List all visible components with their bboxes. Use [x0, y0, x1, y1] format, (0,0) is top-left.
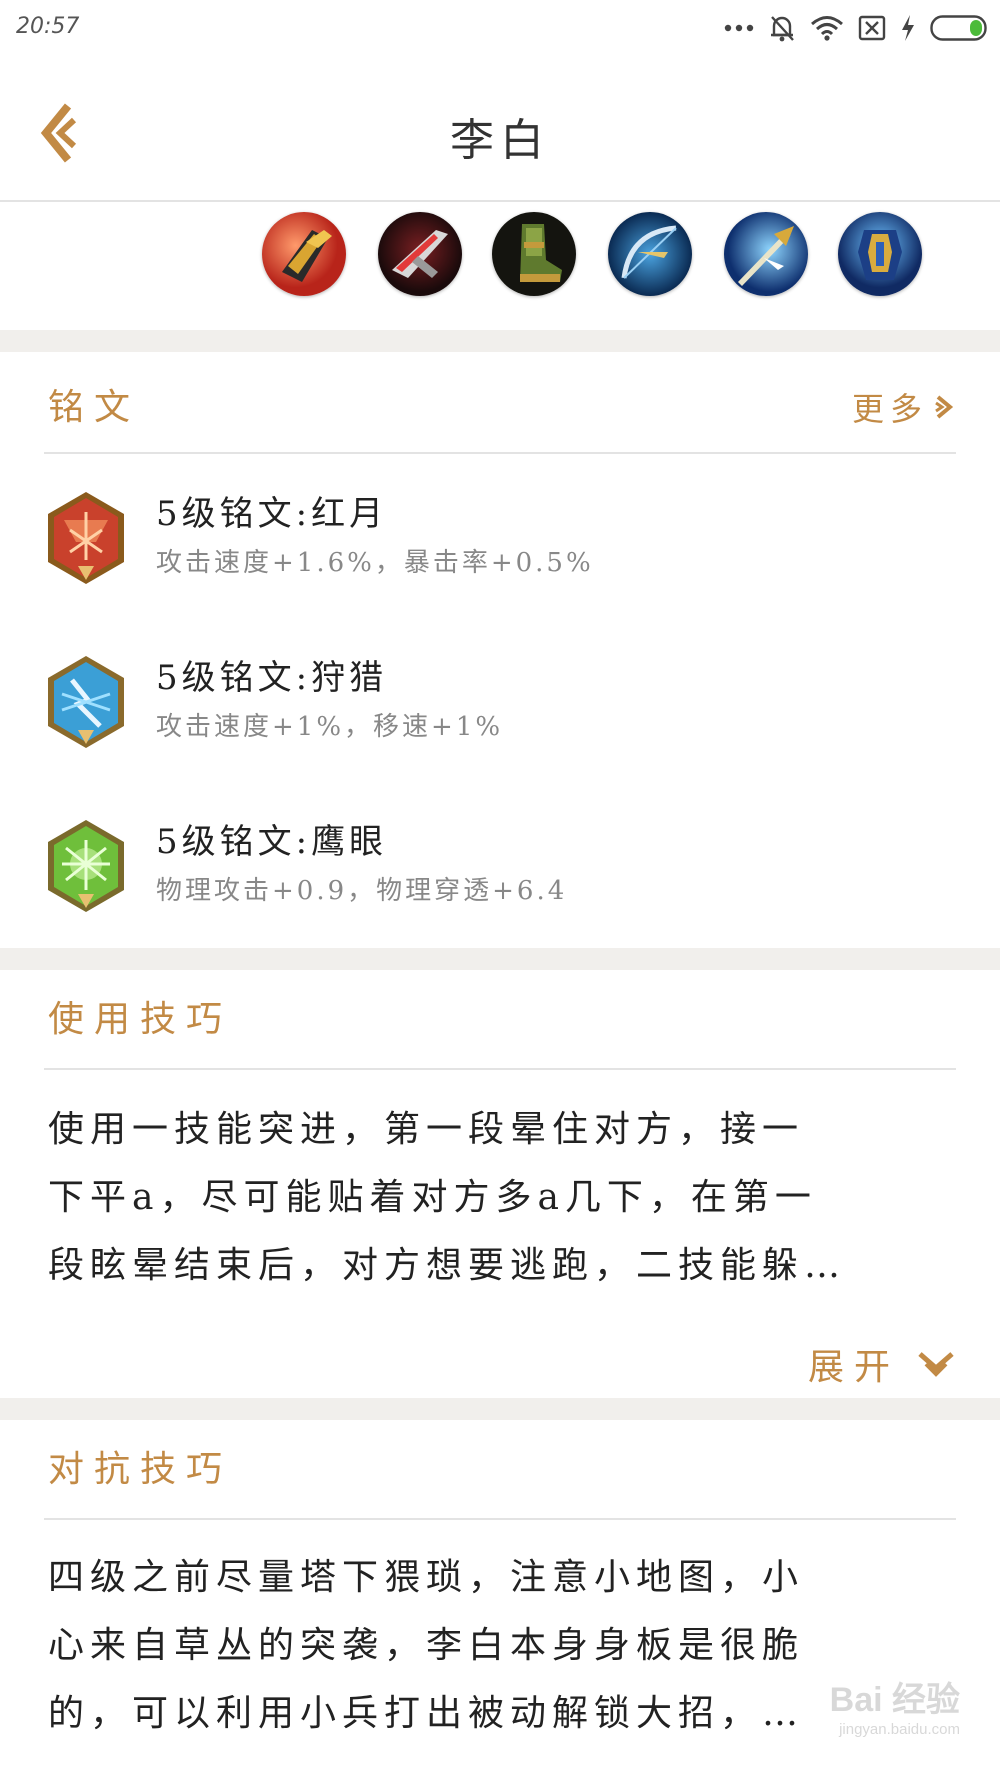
header-bar: 李白 [0, 60, 1000, 202]
rune-item: 5级铭文:狩猎 攻击速度+1%，移速+1% [44, 650, 904, 760]
bell-muted-icon [768, 13, 796, 43]
usage-section-title: 使用技巧 [48, 999, 233, 1040]
rune-item: 5级铭文:红月 攻击速度+1.6%，暴击率+0.5% [44, 486, 904, 596]
section-gap [0, 330, 1000, 352]
status-bar: 20:57 [0, 0, 1000, 60]
watermark-main: Bai 经验 [829, 1681, 960, 1719]
rune-desc: 攻击速度+1%，移速+1% [156, 712, 504, 742]
watermark: Bai 经验 jingyan.baidu.com [830, 1672, 960, 1738]
rune-name: 5级铭文:鹰眼 [156, 822, 388, 862]
rune-item: 5级铭文:鹰眼 物理攻击+0.9，物理穿透+6.4 [44, 814, 904, 924]
item-red-blade-icon[interactable] [378, 212, 462, 296]
usage-line: 下平a，尽可能贴着对方多a几下，在第一 [48, 1177, 817, 1218]
rune-desc: 物理攻击+0.9，物理穿透+6.4 [156, 876, 568, 906]
page-title: 李白 [450, 115, 550, 166]
recommended-items [0, 204, 1000, 330]
item-blue-spear-icon[interactable] [724, 212, 808, 296]
sim-none-icon [858, 15, 886, 41]
rune-hunting-icon [48, 656, 124, 748]
item-blue-armor-icon[interactable] [838, 212, 922, 296]
section-gap [0, 948, 1000, 970]
more-runes-link[interactable]: 更多 [852, 384, 956, 430]
divider [44, 1518, 956, 1520]
usage-line: 使用一技能突进，第一段晕住对方，接一 [48, 1109, 805, 1150]
text-fade [0, 1284, 1000, 1334]
rune-desc: 攻击速度+1.6%，暴击率+0.5% [156, 548, 594, 578]
status-icons [724, 10, 990, 46]
more-label: 更多 [851, 390, 928, 428]
chevron-down-icon [918, 1352, 954, 1377]
counter-line: 的，可以利用小兵打出被动解锁大招，… [48, 1693, 805, 1734]
rune-red-moon-icon [48, 492, 124, 584]
divider [44, 452, 956, 454]
counter-line: 四级之前尽量塔下猥琐，注意小地图，小 [48, 1557, 805, 1598]
rune-name: 5级铭文:狩猎 [156, 658, 388, 698]
status-time: 20:57 [16, 14, 80, 39]
battery-icon [930, 14, 990, 42]
counter-text: 四级之前尽量塔下猥琐，注意小地图，小 心来自草丛的突袭，李白本身身板是很脆 的，… [48, 1544, 952, 1778]
chevron-right-icon [935, 395, 954, 419]
watermark-sub: jingyan.baidu.com [839, 1721, 960, 1738]
expand-button[interactable]: 展开 [808, 1338, 956, 1390]
counter-line: 心来自草丛的突袭，李白本身身板是很脆 [48, 1625, 805, 1666]
item-golden-gauntlet-icon[interactable] [262, 212, 346, 296]
expand-label: 展开 [807, 1347, 900, 1388]
counter-section-title: 对抗技巧 [48, 1449, 233, 1490]
item-blue-bow-icon[interactable] [608, 212, 692, 296]
more-dots-icon [724, 23, 754, 33]
wifi-icon [810, 15, 844, 41]
runes-section-title: 铭文 [48, 387, 141, 428]
rune-name: 5级铭文:红月 [156, 494, 388, 534]
item-green-boots-icon[interactable] [492, 212, 576, 296]
charging-icon [900, 14, 916, 42]
rune-hawk-eye-icon [48, 820, 124, 912]
usage-text: 使用一技能突进，第一段晕住对方，接一 下平a，尽可能贴着对方多a几下，在第一 段… [48, 1096, 952, 1314]
divider [44, 1068, 956, 1070]
section-gap [0, 1398, 1000, 1420]
